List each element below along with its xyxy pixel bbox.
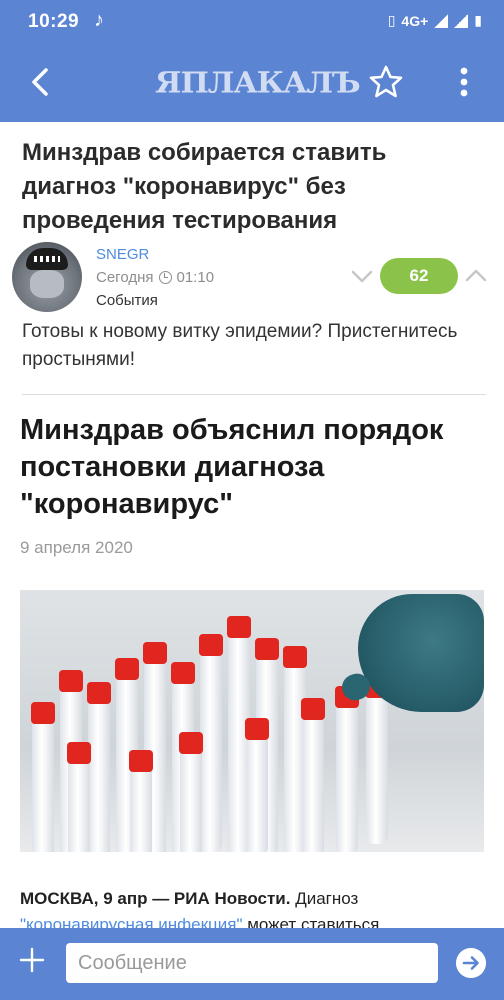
test-tube <box>129 750 153 852</box>
star-icon[interactable] <box>368 64 404 100</box>
article-title: Минздрав объяснил порядок постановки диа… <box>20 414 444 520</box>
toolbar: ЯПЛАКАЛЪ <box>0 44 504 122</box>
glove-hand <box>358 594 484 712</box>
avatar[interactable] <box>12 242 82 312</box>
rating-badge: 62 <box>380 258 458 294</box>
signal-icon-2 <box>454 13 469 28</box>
back-arrow-icon[interactable] <box>26 62 58 102</box>
avatar-face <box>30 270 64 298</box>
divider <box>22 394 486 395</box>
post-title: Минздрав собирается ставить диагноз "кор… <box>22 139 387 234</box>
test-tube <box>31 702 55 852</box>
post-text: Готовы к новому витку эпидемии? Пристегн… <box>22 321 458 370</box>
status-indicators: ▯ 4G+ ▮ <box>388 12 482 29</box>
plus-icon[interactable] <box>18 946 46 974</box>
music-note-icon: ♪ <box>94 9 104 31</box>
lead-link[interactable]: "коронавирусная инфекция" <box>20 915 242 928</box>
article-lead: МОСКВА, 9 апр — РИА Новости. Диагноз "ко… <box>20 886 484 928</box>
site-logo[interactable]: ЯПЛАКАЛЪ <box>155 67 361 100</box>
app-header: 10:29 ♪ ▯ 4G+ ▮ ЯПЛАКАЛЪ <box>0 0 504 122</box>
article-date: 9 апреля 2020 <box>20 538 133 557</box>
chevron-down-icon[interactable] <box>350 264 374 288</box>
message-input[interactable] <box>66 943 438 983</box>
post-time: 01:10 <box>176 269 215 286</box>
test-tube <box>335 686 359 852</box>
battery-icon: ▮ <box>474 12 482 28</box>
post-day: Сегодня <box>96 269 154 286</box>
test-tube <box>365 676 389 844</box>
status-bar: 10:29 ♪ ▯ 4G+ ▮ <box>0 0 504 44</box>
article-photo[interactable] <box>20 590 484 852</box>
status-time: 10:29 <box>28 11 80 32</box>
avatar-cap <box>26 248 68 270</box>
test-tube <box>179 732 203 852</box>
chevron-up-icon[interactable] <box>464 264 488 288</box>
signal-icon <box>434 13 449 28</box>
network-type: 4G+ <box>401 12 429 29</box>
send-arrow-icon[interactable] <box>456 948 486 978</box>
lead-dateline: МОСКВА, 9 апр — РИА Новости. <box>20 889 291 908</box>
lead-text: Диагноз <box>295 889 359 908</box>
post-datetime: Сегодня 01:10 <box>96 269 214 286</box>
test-tube <box>199 634 223 852</box>
clock-icon <box>158 271 172 284</box>
vibrate-icon: ▯ <box>387 12 396 28</box>
lead-rest: может ставиться <box>247 915 380 928</box>
test-tube <box>87 682 111 852</box>
content-area[interactable]: Минздрав собирается ставить диагноз "кор… <box>0 122 504 928</box>
message-composer <box>0 928 504 1000</box>
more-vert-icon[interactable] <box>452 64 476 100</box>
test-tube <box>301 698 325 852</box>
post-category[interactable]: События <box>96 292 158 309</box>
test-tube <box>245 718 269 852</box>
test-tube <box>67 742 91 852</box>
author-name[interactable]: SNEGR <box>96 246 149 263</box>
